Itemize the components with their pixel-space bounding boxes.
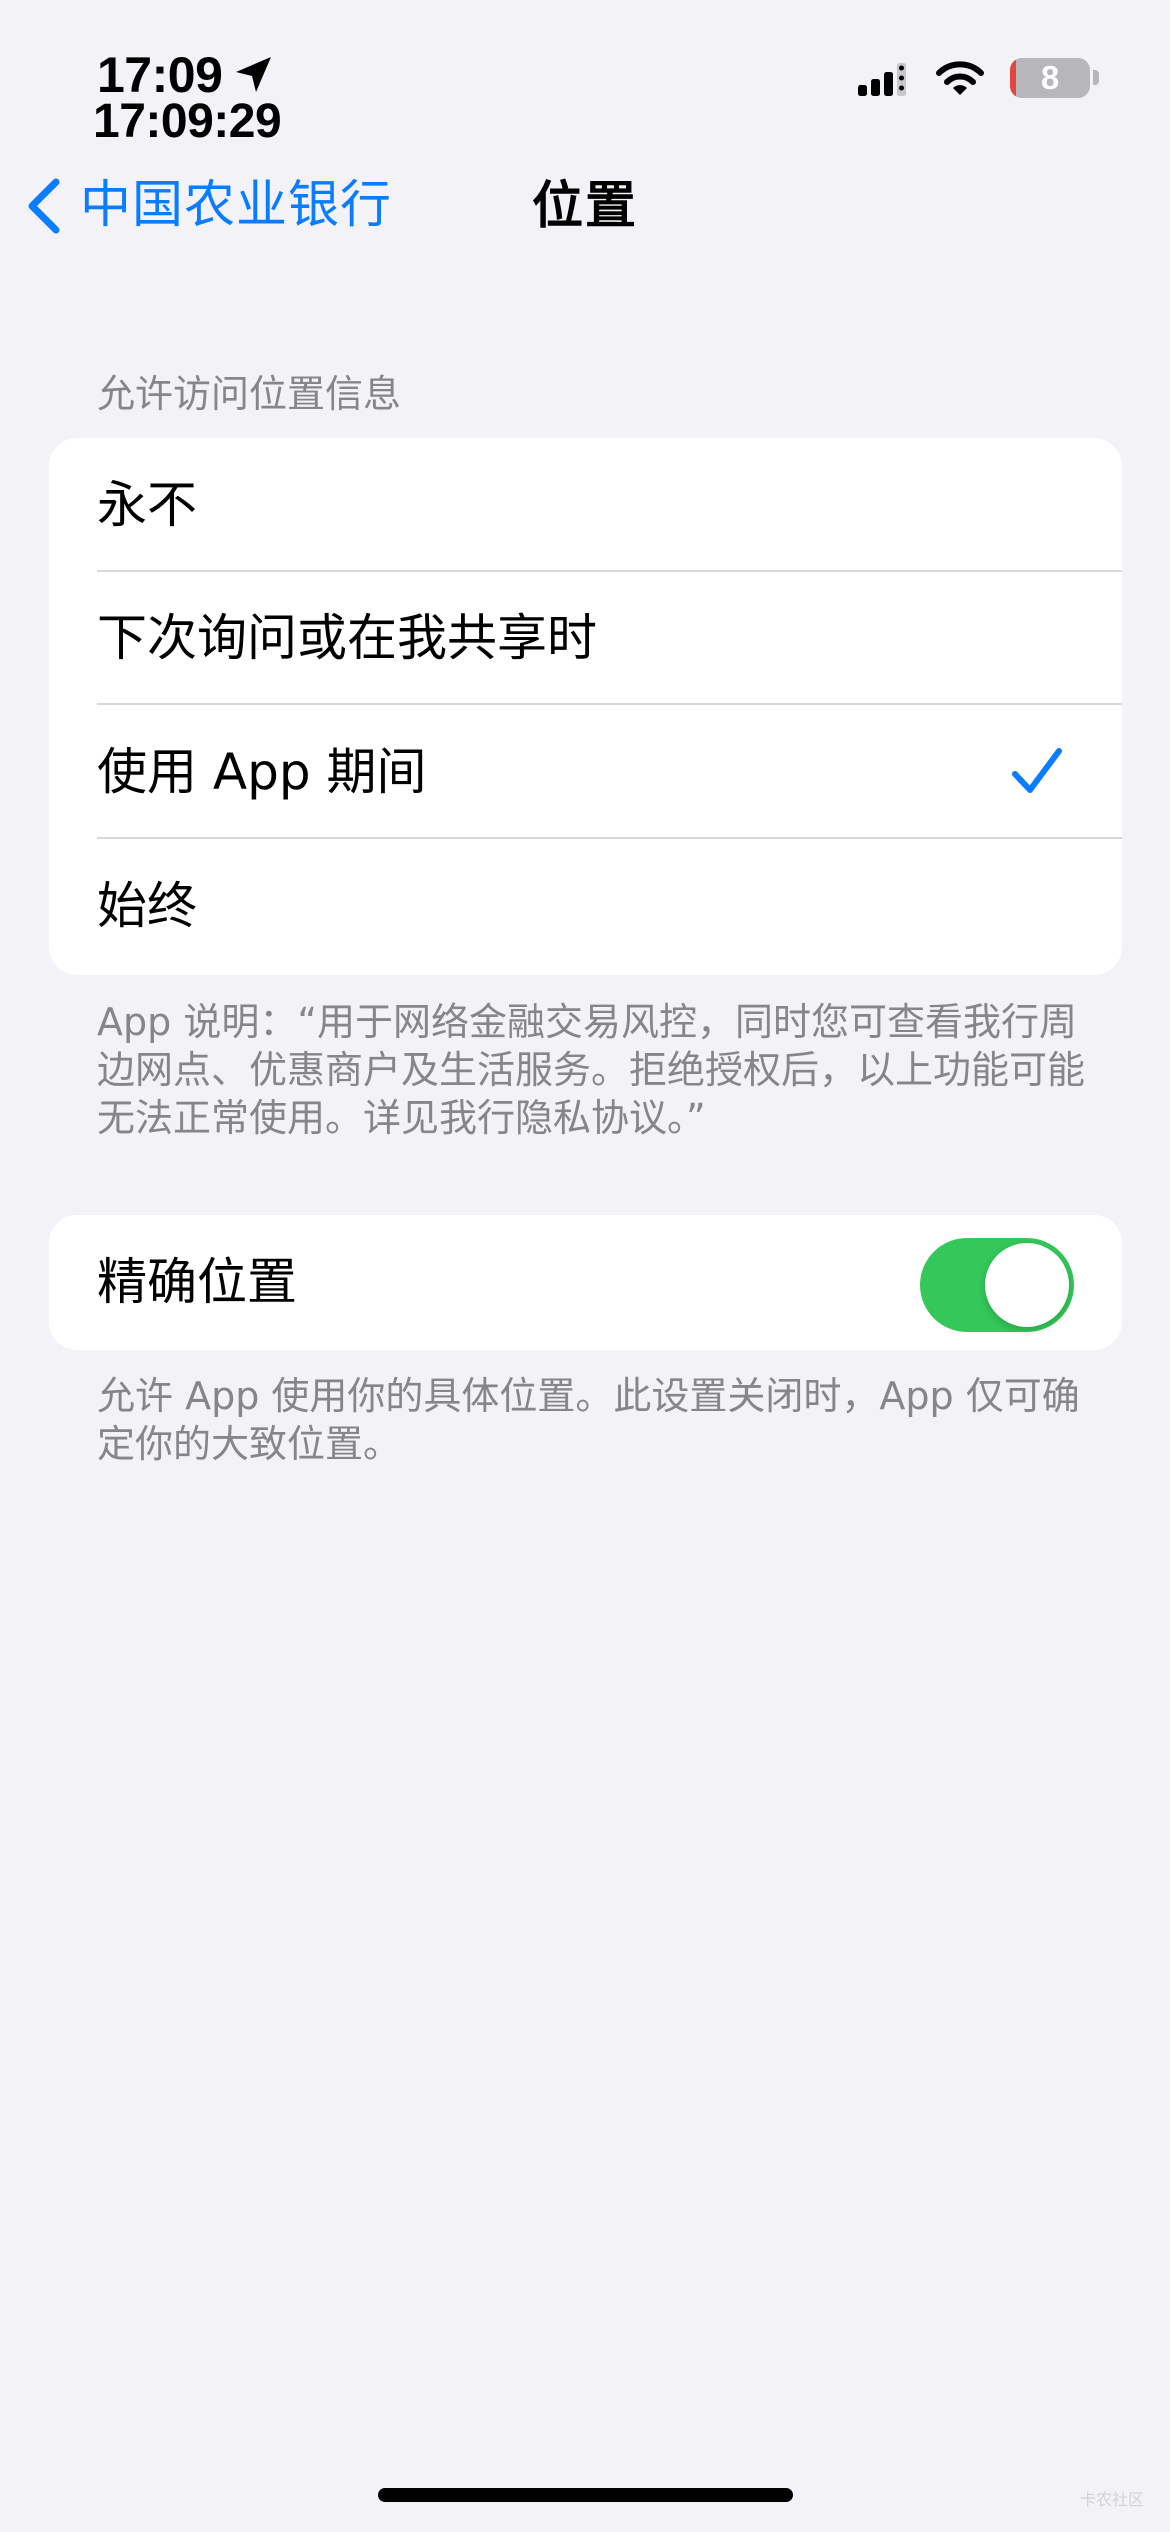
battery-tip <box>1093 70 1099 85</box>
battery-level: 8 <box>1040 59 1060 96</box>
option-while-using-app[interactable]: 使用 App 期间 <box>49 705 1122 839</box>
back-button[interactable]: 中国农业银行 <box>22 170 392 242</box>
option-label: 使用 App 期间 <box>97 743 427 801</box>
battery-fill <box>1010 58 1017 98</box>
precise-location-label: 精确位置 <box>97 1253 297 1311</box>
back-button-label: 中国农业银行 <box>80 176 393 235</box>
location-access-header: 允许访问位置信息 <box>97 372 402 416</box>
precise-location-explanation: 允许 App 使用你的具体位置。此设置关闭时，App 仅可确定你的大致位置。 <box>97 1374 1080 1466</box>
toggle-knob <box>985 1243 1069 1327</box>
option-never[interactable]: 永不 <box>49 438 1122 572</box>
option-always[interactable]: 始终 <box>49 839 1122 975</box>
page-title: 位置 <box>532 177 639 236</box>
location-arrow-icon <box>236 57 272 92</box>
option-label: 始终 <box>97 877 197 935</box>
status-time-with-seconds: 17:09:29 <box>93 95 282 148</box>
home-indicator[interactable] <box>378 2488 793 2502</box>
option-label: 下次询问或在我共享时 <box>97 609 597 667</box>
option-ask-next-time[interactable]: 下次询问或在我共享时 <box>49 572 1122 705</box>
precise-location-group: 精确位置 <box>49 1215 1122 1350</box>
app-explanation: App 说明：“用于网络金融交易风控，同时您可查看我行周边网点、优惠商户及生活服… <box>97 1000 1086 1140</box>
location-access-options: 永不 下次询问或在我共享时 使用 App 期间 始终 <box>49 438 1122 975</box>
battery-icon: 8 <box>1010 58 1090 98</box>
watermark: 卡农社区 <box>1080 2490 1145 2509</box>
option-label: 永不 <box>97 476 197 534</box>
precise-location-row: 精确位置 <box>49 1215 1122 1350</box>
chevron-left-icon <box>28 178 60 234</box>
precise-location-toggle[interactable] <box>920 1238 1074 1332</box>
checkmark-icon <box>1012 748 1062 793</box>
wifi-icon <box>936 61 984 95</box>
signal-icon <box>858 63 906 96</box>
